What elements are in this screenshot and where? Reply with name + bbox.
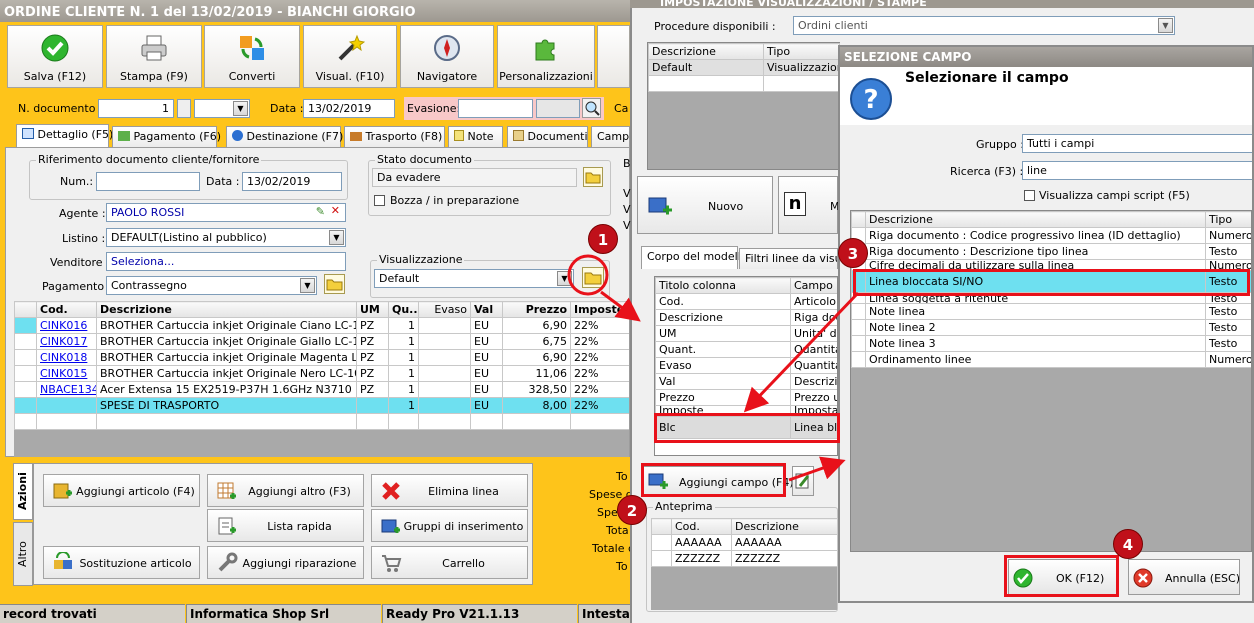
annotation-arrows [567,254,860,482]
highlight-selected-field [853,269,1250,296]
annotation-circle [567,254,609,296]
annotation-arrow-3 [788,456,846,482]
callout-3: 3 [838,238,868,268]
highlight-add-field [641,463,786,497]
callout-2: 2 [617,495,647,525]
highlight-ok-button [1004,555,1119,597]
annotation-arrow-1 [600,290,641,322]
callout-1: 1 [588,224,618,254]
highlight-blc-row [654,413,840,443]
callout-4: 4 [1113,529,1143,559]
annotation-arrow-2 [743,291,860,413]
